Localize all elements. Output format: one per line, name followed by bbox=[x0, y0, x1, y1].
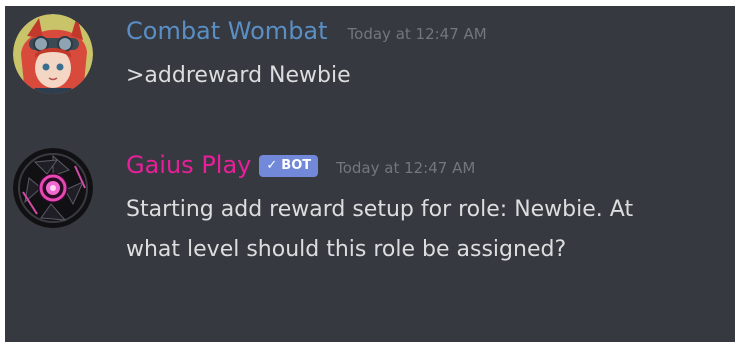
bot-badge-label: BOT bbox=[281, 158, 312, 173]
message-content: >addreward Newbie bbox=[126, 63, 351, 88]
user-avatar[interactable] bbox=[13, 14, 93, 94]
anime-avatar-icon bbox=[13, 14, 93, 94]
chat-messages-panel: Combat Wombat Today at 12:47 AM >addrewa… bbox=[5, 6, 735, 342]
bot-badge: ✓ BOT bbox=[259, 154, 319, 177]
camera-aperture-icon bbox=[13, 148, 93, 228]
bot-avatar[interactable] bbox=[13, 148, 93, 228]
message-header: Gaius Play ✓ BOT Today at 12:47 AM bbox=[126, 148, 475, 182]
timestamp[interactable]: Today at 12:47 AM bbox=[348, 25, 487, 43]
username[interactable]: Gaius Play bbox=[126, 148, 251, 182]
checkmark-icon: ✓ bbox=[266, 158, 278, 173]
message-item: Combat Wombat Today at 12:47 AM >addrewa… bbox=[5, 6, 735, 126]
username[interactable]: Combat Wombat bbox=[126, 14, 328, 48]
message-content: Starting add reward setup for role: Newb… bbox=[126, 197, 634, 262]
message-item: Gaius Play ✓ BOT Today at 12:47 AM Start… bbox=[5, 138, 735, 338]
timestamp[interactable]: Today at 12:47 AM bbox=[336, 159, 475, 177]
message-header: Combat Wombat Today at 12:47 AM bbox=[126, 14, 487, 48]
